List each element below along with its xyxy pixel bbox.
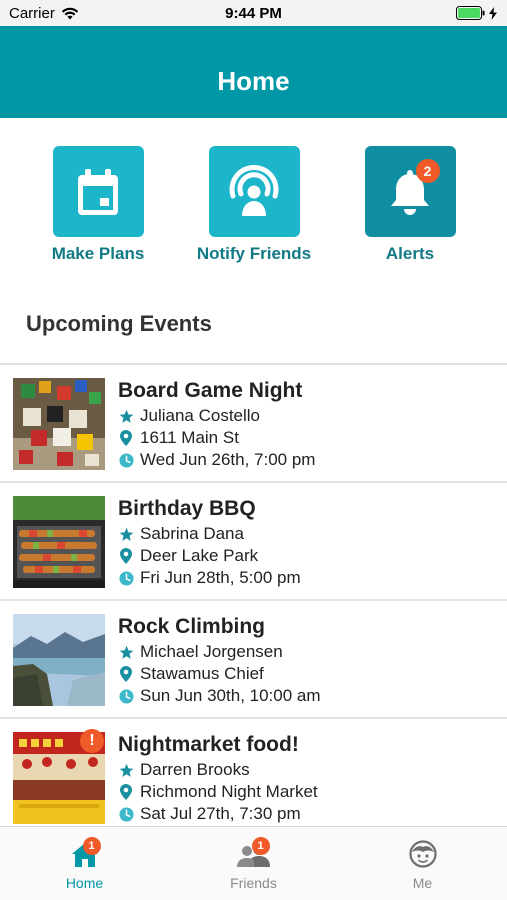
- page-title: Home: [217, 66, 290, 96]
- star-icon: [118, 762, 134, 778]
- event-host: Sabrina Dana: [118, 524, 244, 544]
- star-icon: [118, 526, 134, 542]
- quick-actions: Make Plans Notify Friends 2 Alerts: [0, 146, 507, 266]
- event-title: Birthday BBQ: [118, 497, 256, 520]
- tab-home[interactable]: 1 Home: [0, 827, 169, 900]
- event-location: Deer Lake Park: [118, 546, 258, 566]
- notify-friends-button[interactable]: Notify Friends: [179, 146, 329, 264]
- event-row-rock-climbing[interactable]: Rock Climbing Michael Jorgensen Stawamus…: [0, 599, 507, 717]
- tab-bar: 1 Home 1 Friends Me: [0, 826, 507, 900]
- event-time: Sat Jul 27th, 7:30 pm: [118, 804, 301, 824]
- event-location-text: Stawamus Chief: [140, 664, 264, 683]
- broadcast-person-icon: [229, 164, 279, 216]
- clock-icon: [118, 688, 134, 704]
- upcoming-events-heading: Upcoming Events: [26, 311, 212, 336]
- event-alert-badge: !: [80, 729, 104, 753]
- location-pin-icon: [118, 548, 134, 564]
- friends-tab-icon-wrap: 1: [234, 837, 274, 871]
- event-row-board-game-night[interactable]: Board Game Night Juliana Costello 1611 M…: [0, 363, 507, 481]
- clock-icon: [118, 452, 134, 468]
- make-plans-label: Make Plans: [51, 244, 145, 263]
- event-host: Juliana Costello: [118, 406, 260, 426]
- alerts-button[interactable]: 2 Alerts: [335, 146, 485, 264]
- event-host-name: Michael Jorgensen: [140, 642, 283, 661]
- clock: 9:44 PM: [225, 5, 282, 22]
- event-location: 1611 Main St: [118, 428, 239, 448]
- rock-climbing-photo: [13, 614, 105, 706]
- event-time-text: Sat Jul 27th, 7:30 pm: [140, 804, 301, 823]
- make-plans-button[interactable]: Make Plans: [23, 146, 173, 264]
- event-time: Sun Jun 30th, 10:00 am: [118, 686, 321, 706]
- event-host: Michael Jorgensen: [118, 642, 283, 662]
- tab-friends-label: Friends: [230, 875, 277, 891]
- event-location-text: 1611 Main St: [140, 428, 239, 447]
- event-title: Rock Climbing: [118, 615, 266, 638]
- clock-icon: [118, 570, 134, 586]
- battery-icon: [456, 6, 485, 20]
- location-pin-icon: [118, 784, 134, 800]
- event-host-name: Sabrina Dana: [140, 524, 244, 543]
- calendar-icon: [78, 168, 118, 215]
- notify-friends-label: Notify Friends: [196, 244, 312, 263]
- me-tab-icon-wrap: [403, 837, 443, 871]
- tab-home-label: Home: [65, 875, 104, 891]
- tab-friends[interactable]: 1 Friends: [169, 827, 338, 900]
- event-host: Darren Brooks: [118, 760, 250, 780]
- event-title: Nightmarket food!: [118, 733, 299, 756]
- event-location-text: Deer Lake Park: [140, 546, 259, 565]
- event-title: Board Game Night: [118, 379, 303, 402]
- alerts-tile[interactable]: 2: [364, 146, 456, 237]
- tab-me[interactable]: Me: [338, 827, 507, 900]
- make-plans-tile[interactable]: [52, 146, 144, 237]
- event-time-text: Fri Jun 28th, 5:00 pm: [140, 568, 301, 587]
- event-location: Richmond Night Market: [118, 782, 318, 802]
- navigation-bar: Home: [0, 26, 507, 118]
- board-game-photo: [13, 378, 105, 470]
- event-time: Wed Jun 26th, 7:00 pm: [118, 450, 315, 470]
- profile-face-icon: [408, 840, 437, 868]
- star-icon: [118, 644, 134, 660]
- event-row-birthday-bbq[interactable]: Birthday BBQ Sabrina Dana Deer Lake Park…: [0, 481, 507, 599]
- alerts-label: Alerts: [385, 244, 435, 263]
- event-host-name: Juliana Costello: [140, 406, 261, 425]
- clock-icon: [118, 806, 134, 822]
- notify-friends-tile[interactable]: [208, 146, 300, 237]
- event-row-nightmarket-food[interactable]: ! Nightmarket food! Darren Brooks Richmo…: [0, 717, 507, 835]
- event-time-text: Sun Jun 30th, 10:00 am: [140, 686, 321, 705]
- status-bar: Carrier 9:44 PM: [0, 0, 507, 26]
- bbq-photo: [13, 496, 105, 588]
- alerts-count-badge: 2: [415, 159, 440, 183]
- home-tab-badge: 1: [82, 837, 101, 855]
- tab-me-label: Me: [412, 875, 433, 891]
- events-list: Board Game Night Juliana Costello 1611 M…: [0, 363, 507, 835]
- event-host-name: Darren Brooks: [140, 760, 250, 779]
- event-location: Stawamus Chief: [118, 664, 264, 684]
- event-time: Fri Jun 28th, 5:00 pm: [118, 568, 301, 588]
- star-icon: [118, 408, 134, 424]
- battery-indicator: [456, 6, 497, 20]
- location-pin-icon: [118, 430, 134, 446]
- friends-tab-badge: 1: [251, 837, 270, 855]
- event-time-text: Wed Jun 26th, 7:00 pm: [140, 450, 316, 469]
- event-location-text: Richmond Night Market: [140, 782, 318, 801]
- location-pin-icon: [118, 666, 134, 682]
- home-tab-icon-wrap: 1: [65, 837, 105, 871]
- charging-bolt-icon: [489, 6, 497, 20]
